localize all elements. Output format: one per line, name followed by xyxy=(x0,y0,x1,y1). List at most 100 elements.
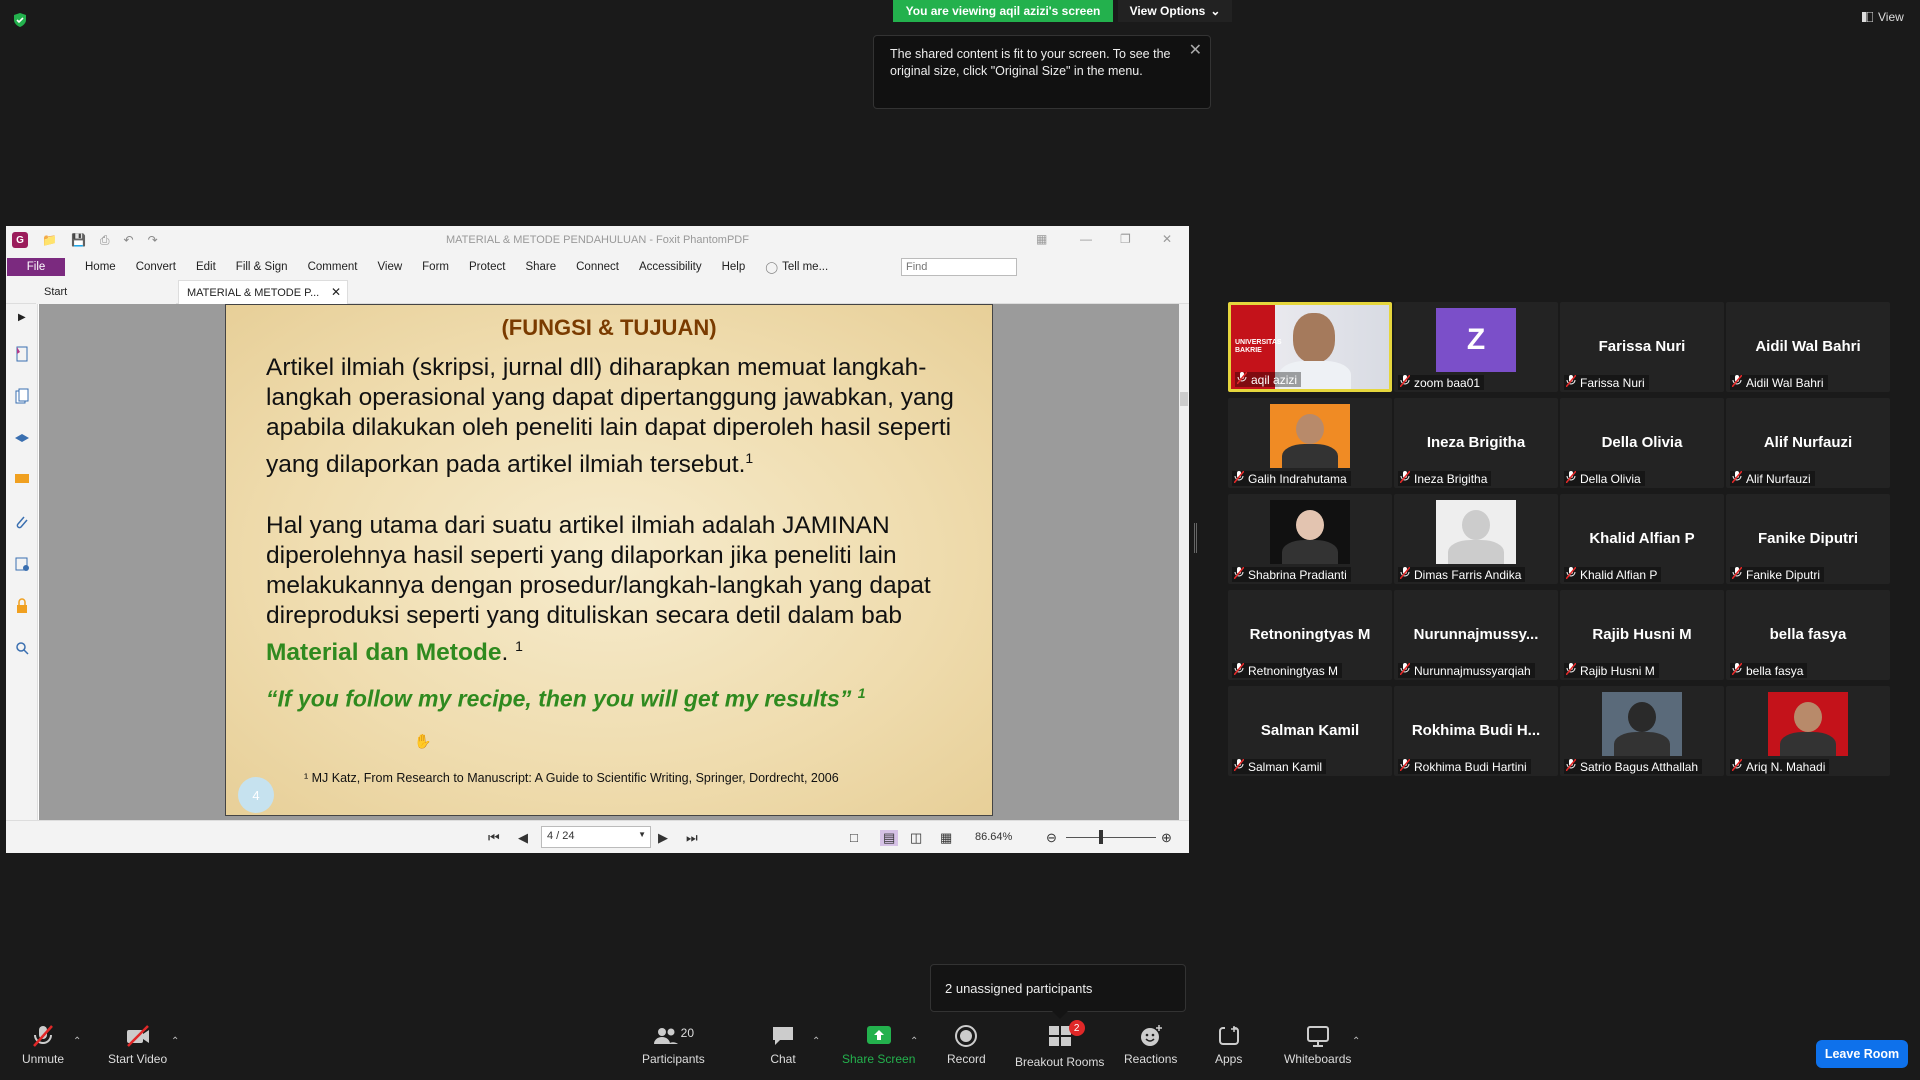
menu-file[interactable]: File xyxy=(7,258,65,276)
view-layout-button[interactable]: View xyxy=(1862,10,1904,24)
zoom-in-icon[interactable]: ⊕ xyxy=(1161,830,1172,846)
signature-icon[interactable] xyxy=(14,556,30,572)
next-page-icon[interactable]: ▶ xyxy=(658,830,668,846)
participant-tile[interactable]: Ariq N. Mahadi xyxy=(1726,686,1890,776)
zoom-slider-thumb[interactable] xyxy=(1099,830,1103,844)
ribbon-display-icon[interactable]: ▦ xyxy=(1036,232,1047,246)
video-options-caret-icon[interactable]: ⌃ xyxy=(171,1036,179,1047)
audio-options-caret-icon[interactable]: ⌃ xyxy=(73,1036,81,1047)
view-options-button[interactable]: View Options ⌄ xyxy=(1118,0,1232,22)
participant-tile[interactable]: Shabrina Pradianti xyxy=(1228,494,1392,584)
participant-label: Della Olivia xyxy=(1564,470,1645,486)
menu-share[interactable]: Share xyxy=(525,261,556,273)
window-close-icon[interactable]: ✕ xyxy=(1162,232,1172,246)
participant-tile[interactable]: Satrio Bagus Atthallah xyxy=(1560,686,1724,776)
first-page-icon[interactable]: ⏮ xyxy=(488,830,500,846)
comments-icon[interactable] xyxy=(14,472,30,488)
menu-protect[interactable]: Protect xyxy=(469,261,505,273)
participant-tile[interactable]: Dimas Farris Andika xyxy=(1394,494,1558,584)
reactions-button[interactable]: Reactions xyxy=(1124,1024,1177,1066)
search-doc-icon[interactable] xyxy=(14,640,30,656)
menu-home[interactable]: Home xyxy=(85,261,116,273)
menu-comment[interactable]: Comment xyxy=(308,261,358,273)
participant-tile[interactable]: bella fasya bella fasya xyxy=(1726,590,1890,680)
layers-icon[interactable] xyxy=(14,430,30,446)
whiteboard-options-caret-icon[interactable]: ⌃ xyxy=(1352,1036,1360,1047)
unmute-button[interactable]: Unmute xyxy=(22,1024,64,1066)
tab-start[interactable]: Start xyxy=(36,280,176,304)
splitter-handle[interactable] xyxy=(1194,523,1197,553)
chat-button[interactable]: Chat xyxy=(770,1024,796,1066)
bookmark-icon[interactable] xyxy=(14,346,30,362)
restore-icon[interactable]: ❐ xyxy=(1120,232,1131,246)
close-icon[interactable]: ✕ xyxy=(1189,42,1202,59)
menu-view[interactable]: View xyxy=(377,261,402,273)
dropdown-icon: ▼ xyxy=(638,830,646,839)
participant-tile[interactable]: Rokhima Budi H... Rokhima Budi Hartini xyxy=(1394,686,1558,776)
chat-options-caret-icon[interactable]: ⌃ xyxy=(812,1036,820,1047)
participant-tile[interactable]: UNIVERSITAS BAKRIE aqil azizi xyxy=(1228,302,1392,392)
participant-tile[interactable]: Nurunnajmussy... Nurunnajmussyarqiah xyxy=(1394,590,1558,680)
tab-document-label: MATERIAL & METODE P... xyxy=(187,286,320,299)
paragraph-2-end: . xyxy=(501,639,509,667)
menu-connect[interactable]: Connect xyxy=(576,261,619,273)
participant-tile[interactable]: Ineza Brigitha Ineza Brigitha xyxy=(1394,398,1558,488)
participant-tile[interactable]: Alif Nurfauzi Alif Nurfauzi xyxy=(1726,398,1890,488)
menu-help[interactable]: Help xyxy=(722,261,746,273)
expand-panel-icon[interactable]: ▶ xyxy=(18,312,26,323)
participant-tile[interactable]: Fanike Diputri Fanike Diputri xyxy=(1726,494,1890,584)
participant-tile[interactable]: Della Olivia Della Olivia xyxy=(1560,398,1724,488)
whiteboards-button[interactable]: Whiteboards xyxy=(1284,1024,1351,1066)
participant-tile[interactable]: Farissa Nuri Farissa Nuri xyxy=(1560,302,1724,392)
menu-fill-sign[interactable]: Fill & Sign xyxy=(236,261,288,273)
tab-close-icon[interactable]: ✕ xyxy=(331,285,341,299)
muted-mic-icon xyxy=(1233,662,1245,678)
security-shield-icon[interactable] xyxy=(12,12,28,28)
attachment-icon[interactable] xyxy=(14,514,30,530)
participant-tile[interactable]: Retnoningtyas M Retnoningtyas M xyxy=(1228,590,1392,680)
apps-button[interactable]: Apps xyxy=(1215,1024,1242,1066)
fit-page-icon[interactable]: ▦ xyxy=(940,830,952,846)
continuous-page-icon[interactable]: ▤ xyxy=(880,830,899,846)
footnote: ¹ MJ Katz, From Research to Manuscript: … xyxy=(304,771,839,785)
participant-tile[interactable]: Khalid Alfian P Khalid Alfian P xyxy=(1560,494,1724,584)
record-button[interactable]: Record xyxy=(947,1024,986,1066)
participant-tile[interactable]: Rajib Husni M Rajib Husni M xyxy=(1560,590,1724,680)
participant-tile[interactable]: Zzoom baa01 xyxy=(1394,302,1558,392)
participant-tile[interactable]: Aidil Wal Bahri Aidil Wal Bahri xyxy=(1726,302,1890,392)
document-viewport[interactable]: (FUNGSI & TUJUAN) Artikel ilmiah (skrips… xyxy=(39,304,1179,820)
page-number-box[interactable]: 4 / 24 ▼ xyxy=(541,826,651,848)
pages-icon[interactable] xyxy=(14,388,30,404)
menu-convert[interactable]: Convert xyxy=(136,261,176,273)
scroll-thumb[interactable] xyxy=(1180,392,1188,406)
participant-tile[interactable]: Galih Indrahutama xyxy=(1228,398,1392,488)
lock-icon[interactable] xyxy=(14,598,30,614)
minimize-icon[interactable]: — xyxy=(1080,232,1092,246)
participant-label: Rokhima Budi Hartini xyxy=(1398,758,1531,774)
vertical-scrollbar[interactable] xyxy=(1179,304,1189,820)
share-screen-button[interactable]: Share Screen xyxy=(842,1024,915,1066)
prev-page-icon[interactable]: ◀ xyxy=(518,830,528,846)
zoom-level[interactable]: 86.64% xyxy=(975,831,1012,843)
last-page-icon[interactable]: ⏭ xyxy=(686,830,698,846)
facing-page-icon[interactable]: ◫ xyxy=(910,830,922,846)
avatar xyxy=(1602,692,1682,756)
paragraph-1-text: Artikel ilmiah (skripsi, jurnal dll) dih… xyxy=(266,354,954,479)
tab-document[interactable]: MATERIAL & METODE P... ✕ xyxy=(178,280,348,304)
menu-edit[interactable]: Edit xyxy=(196,261,216,273)
zoom-slider[interactable] xyxy=(1066,837,1156,838)
share-options-caret-icon[interactable]: ⌃ xyxy=(910,1036,918,1047)
single-page-icon[interactable]: □ xyxy=(850,830,858,845)
participant-tile[interactable]: Salman Kamil Salman Kamil xyxy=(1228,686,1392,776)
find-input[interactable] xyxy=(901,258,1017,276)
zoom-out-icon[interactable]: ⊖ xyxy=(1046,830,1057,846)
leave-room-button[interactable]: Leave Room xyxy=(1816,1040,1908,1068)
participant-label-text: Ariq N. Mahadi xyxy=(1746,759,1826,774)
participant-label-text: Fanike Diputri xyxy=(1746,567,1821,582)
breakout-rooms-button[interactable]: 2 Breakout Rooms xyxy=(1015,1020,1104,1069)
menu-form[interactable]: Form xyxy=(422,261,449,273)
tell-me-field[interactable]: Tell me... xyxy=(782,261,828,273)
start-video-button[interactable]: Start Video xyxy=(108,1024,167,1066)
menu-accessibility[interactable]: Accessibility xyxy=(639,261,702,273)
participants-button[interactable]: 20 Participants xyxy=(642,1024,705,1066)
